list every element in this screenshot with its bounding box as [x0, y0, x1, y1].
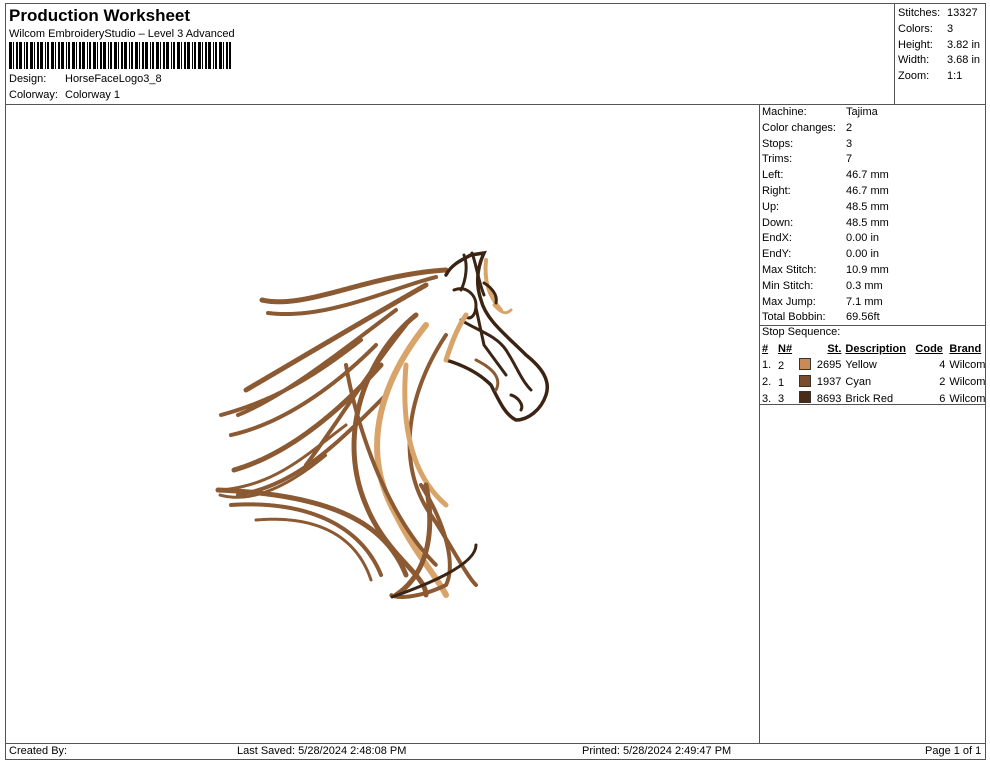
- last-saved: Last Saved: 5/28/2024 2:48:08 PM: [237, 745, 407, 757]
- info-row: Right: 46.7 mm: [762, 184, 889, 197]
- colorway-label: Colorway:: [9, 89, 58, 101]
- stats-panel: Stitches: 13327 Colors: 3 Height: 3.82 in W…: [898, 6, 986, 85]
- table-row: 3. 3 8693 Brick Red 6 Wilcom: [762, 391, 986, 406]
- stat-row: Colors: 3: [898, 22, 954, 35]
- stop-sequence-label: Stop Sequence:: [762, 326, 841, 338]
- horse-head-embroidery: [215, 250, 549, 599]
- stat-row: Height: 3.82 in: [898, 38, 981, 51]
- page-number: Page 1 of 1: [925, 745, 982, 757]
- machine-info-panel: Machine: Tajima Color changes: 2 Stops: 3 T…: [762, 105, 986, 326]
- info-row: Down: 48.5 mm: [762, 216, 889, 229]
- stat-row: Zoom: 1:1: [898, 70, 963, 83]
- info-row: EndX: 0.00 in: [762, 232, 880, 245]
- info-row: Max Stitch: 10.9 mm: [762, 263, 889, 276]
- created-by: Created By:: [9, 745, 68, 757]
- stats-divider: [894, 3, 895, 104]
- info-row: Left: 46.7 mm: [762, 169, 889, 182]
- colorway-value: Colorway 1: [65, 89, 121, 101]
- stat-row: Width: 3.68 in: [898, 54, 981, 67]
- info-row: Min Stitch: 0.3 mm: [762, 279, 883, 292]
- printed-date: Printed: 5/28/2024 2:49:47 PM: [582, 745, 732, 757]
- design-value: HorseFaceLogo3_8: [65, 73, 162, 85]
- table-row: 1. 2 2695 Yellow 4 Wilcom: [762, 357, 986, 372]
- software-name: Wilcom EmbroideryStudio – Level 3 Advanc…: [9, 28, 235, 40]
- info-row: Total Bobbin: 69.56ft: [762, 311, 880, 324]
- color-swatch: [799, 357, 812, 370]
- info-divider: [759, 104, 760, 743]
- info-row: EndY: 0.00 in: [762, 248, 880, 261]
- stop-sequence-table: # N# St. Description Code Brand 1. 2 269…: [762, 342, 986, 408]
- design-preview: [6, 105, 759, 743]
- barcode-image: [9, 42, 231, 69]
- info-row: Trims: 7: [762, 153, 853, 166]
- color-swatch: [799, 374, 812, 387]
- table-row: 2. 1 1937 Cyan 2 Wilcom: [762, 374, 986, 389]
- page-title: Production Worksheet: [9, 6, 191, 25]
- design-label: Design:: [9, 73, 47, 85]
- info-row: Up: 48.5 mm: [762, 200, 889, 213]
- info-row: Color changes: 2: [762, 121, 853, 134]
- color-swatch: [799, 391, 812, 404]
- stat-row: Stitches: 13327: [898, 7, 978, 19]
- info-row: Max Jump: 7.1 mm: [762, 295, 883, 308]
- table-header-row: # N# St. Description Code Brand: [762, 343, 982, 355]
- info-row: Machine: Tajima: [762, 106, 878, 118]
- info-row: Stops: 3: [762, 137, 853, 150]
- footer-divider: [5, 743, 986, 744]
